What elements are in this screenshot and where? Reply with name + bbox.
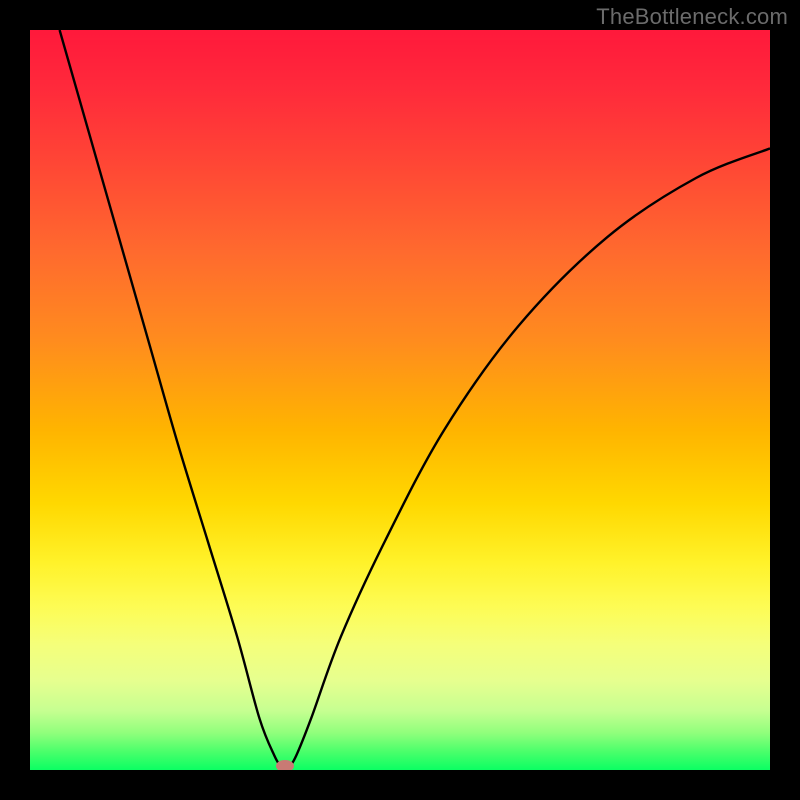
watermark-text: TheBottleneck.com bbox=[596, 4, 788, 30]
bottleneck-curve bbox=[30, 30, 770, 770]
curve-path bbox=[60, 30, 770, 768]
optimum-marker bbox=[276, 760, 294, 770]
plot-area bbox=[30, 30, 770, 770]
